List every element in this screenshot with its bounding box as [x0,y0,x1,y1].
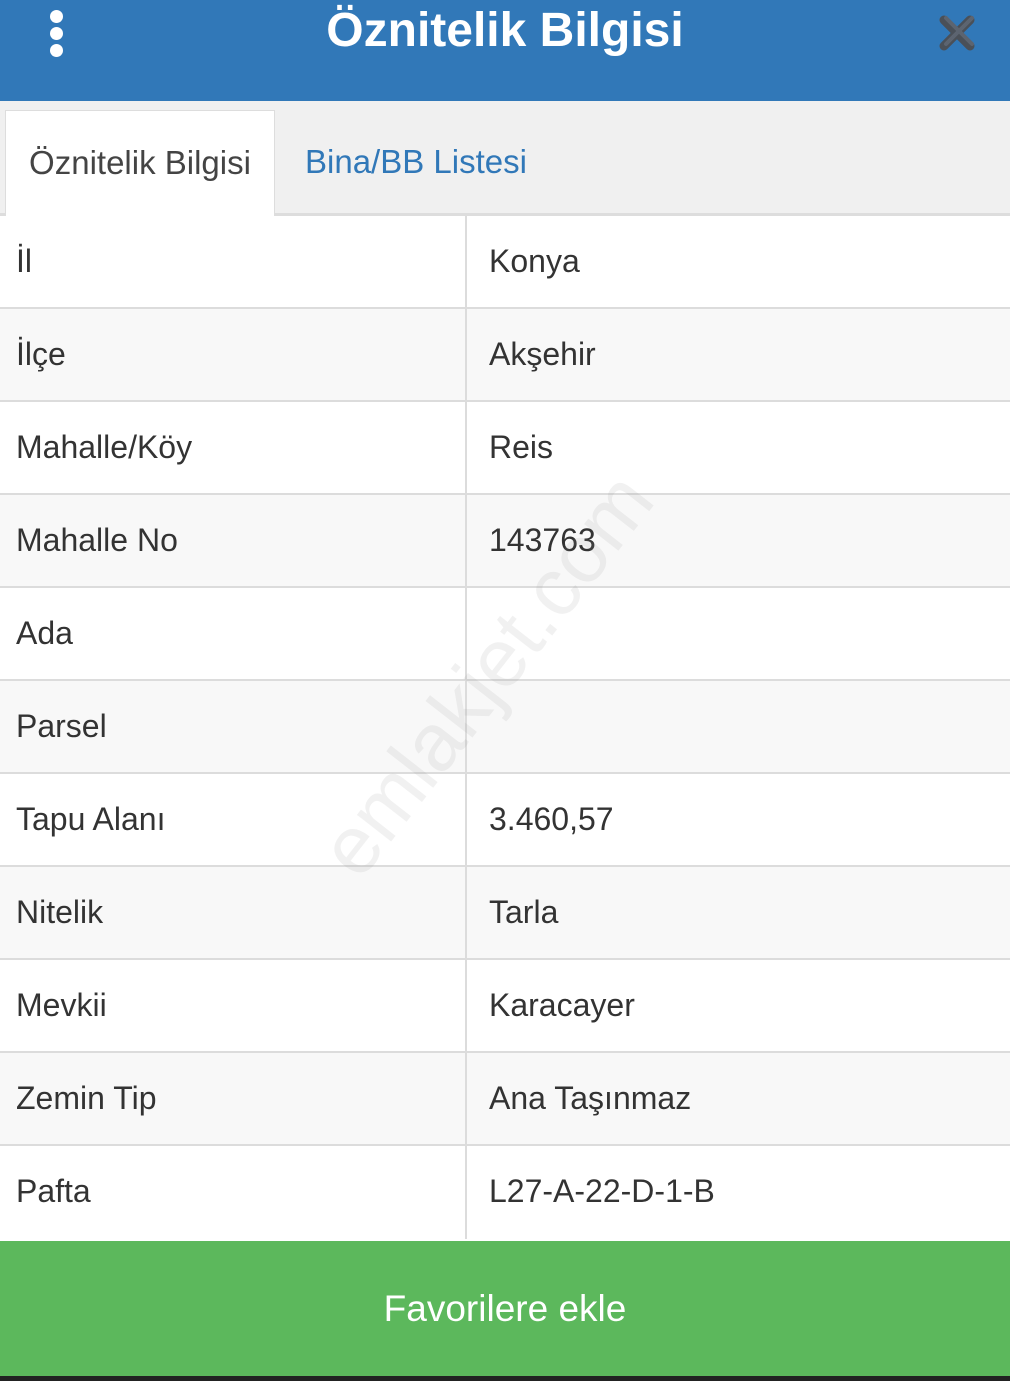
table-row: Nitelik Tarla [0,867,1010,960]
column-divider [465,402,467,493]
row-value: Ana Taşınmaz [489,1080,692,1116]
tab-bar: Öznitelik Bilgisi Bina/BB Listesi [0,101,1010,216]
column-divider [465,495,467,586]
row-label: Parsel [16,708,107,744]
row-label: Ada [16,615,73,651]
table-row: Mevkii Karacayer [0,960,1010,1053]
add-to-favorites-button[interactable]: Favorilere ekle [0,1241,1010,1376]
column-divider [465,867,467,958]
row-label: Mevkii [16,987,107,1023]
table-row: Pafta L27-A-22-D-1-B [0,1146,1010,1239]
row-label: Pafta [16,1173,91,1209]
row-label: Nitelik [16,894,104,930]
page-title: Öznitelik Bilgisi [326,4,684,57]
row-label: İl [16,243,32,279]
header-bar: Öznitelik Bilgisi [0,0,1010,101]
bottom-edge [0,1376,1010,1381]
row-value: Reis [489,429,554,465]
row-value: Akşehir [489,336,596,372]
table-row: Ada [0,588,1010,681]
attribute-info-page: Öznitelik Bilgisi Öznitelik Bilgisi Bina… [0,0,1010,1381]
row-label: Mahalle/Köy [16,429,193,465]
close-icon[interactable] [934,8,982,56]
table-row: Mahalle No 143763 [0,495,1010,588]
row-label: İlçe [16,336,66,372]
column-divider [465,774,467,865]
row-label: Mahalle No [16,522,178,558]
row-value: Karacayer [489,987,635,1023]
column-divider [465,588,467,679]
row-label: Tapu Alanı [16,801,166,837]
column-divider [465,1053,467,1144]
column-divider [465,1146,467,1239]
attribute-table: İl Konya İlçe Akşehir Mahalle/Köy Reis M… [0,216,1010,1239]
row-value: 3.460,57 [489,801,614,837]
table-row: Zemin Tip Ana Taşınmaz [0,1053,1010,1146]
table-row: Mahalle/Köy Reis [0,402,1010,495]
row-value: L27-A-22-D-1-B [489,1173,715,1209]
tab-attribute-info[interactable]: Öznitelik Bilgisi [5,110,275,216]
table-row: Parsel [0,681,1010,774]
table-row: Tapu Alanı 3.460,57 [0,774,1010,867]
column-divider [465,681,467,772]
row-value: Konya [489,243,580,279]
row-value: 143763 [489,522,596,558]
column-divider [465,309,467,400]
row-label: Zemin Tip [16,1080,157,1116]
table-row: İlçe Akşehir [0,309,1010,402]
column-divider [465,960,467,1051]
table-row: İl Konya [0,216,1010,309]
row-value: Tarla [489,894,559,930]
column-divider [465,216,467,307]
tab-building-list[interactable]: Bina/BB Listesi [305,110,527,216]
